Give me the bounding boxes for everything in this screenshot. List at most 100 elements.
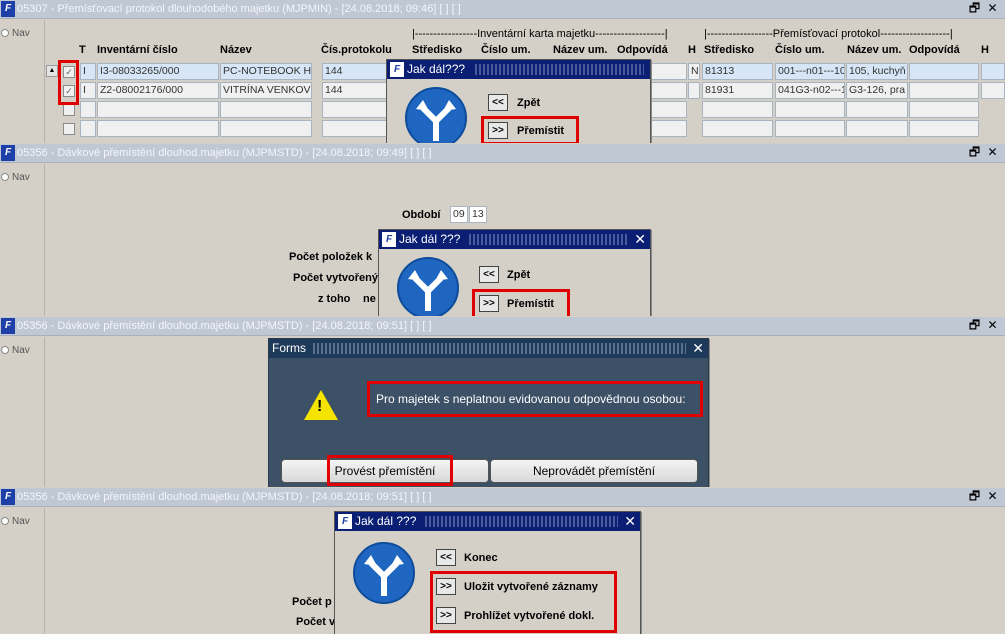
row-checkbox[interactable]: ✓ xyxy=(63,85,75,97)
col-header-cislo-um: Číslo um. xyxy=(481,44,531,56)
pocet-vytvorenych-label: Počet vytvořený xyxy=(293,272,378,284)
obdobi-month-field[interactable]: 09 xyxy=(450,206,468,223)
pocet-v-label: Počet v xyxy=(296,616,336,628)
move-button[interactable]: >> xyxy=(479,295,499,312)
cell-empty[interactable] xyxy=(702,120,773,137)
cell-empty[interactable] xyxy=(97,101,219,118)
restore-icon[interactable]: 🗗 xyxy=(967,319,982,333)
cell-cislo-um2[interactable]: 001---n01---10 xyxy=(775,63,845,80)
cell-empty[interactable] xyxy=(775,101,845,118)
group-header-protocol: |------------------Přemísťovací protokol… xyxy=(704,28,953,40)
cell-empty[interactable] xyxy=(775,120,845,137)
cell-nazev-um2[interactable]: G3-126, pra xyxy=(846,82,908,99)
cell-odpovida2[interactable] xyxy=(909,63,979,80)
alert-message: Pro majetek s neplatnou evidovanou odpov… xyxy=(376,392,686,406)
col-header-h: H xyxy=(688,44,696,56)
nav-toggle[interactable]: Nav xyxy=(1,28,30,39)
cell-cislo-um2[interactable]: 041G3-n02---1 xyxy=(775,82,845,99)
titlebar: F 05356 - Dávkové přemístění dlouhod.maj… xyxy=(0,488,1005,507)
view-docs-button[interactable]: >> xyxy=(436,607,456,624)
dialog-jak-dal: F Jak dál ??? ✕ << Konec >> Uložit vytvo… xyxy=(334,511,641,634)
cell-h2[interactable] xyxy=(981,63,1005,80)
close-icon[interactable]: ✕ xyxy=(985,319,1000,333)
cell-stredisko2[interactable]: 81931 xyxy=(702,82,773,99)
do-move-button[interactable]: Provést přemístění xyxy=(281,459,489,483)
save-records-label: Uložit vytvořené záznamy xyxy=(464,581,598,593)
cell-empty[interactable] xyxy=(909,101,979,118)
radio-icon xyxy=(1,29,9,37)
window-title: 05307 - Přemísťovací protokol dlouhodobé… xyxy=(17,3,461,15)
row-checkbox[interactable] xyxy=(63,104,75,116)
cell-empty[interactable] xyxy=(80,101,96,118)
nav-toggle[interactable]: Nav xyxy=(1,516,30,527)
end-button[interactable]: << xyxy=(436,549,456,566)
cell-nazev[interactable]: PC-NOTEBOOK HP xyxy=(220,63,312,80)
close-icon[interactable]: ✕ xyxy=(692,339,704,358)
restore-icon[interactable]: 🗗 xyxy=(967,490,982,504)
dialog-titlebar: F Jak dál ??? ✕ xyxy=(379,230,650,249)
app-logo-icon: F xyxy=(1,145,15,161)
cell-empty[interactable] xyxy=(846,101,908,118)
dialog-title: Jak dál ??? xyxy=(399,232,461,246)
radio-icon xyxy=(1,173,9,181)
cell-empty[interactable] xyxy=(909,120,979,137)
titlebar: F 05356 - Dávkové přemístění dlouhod.maj… xyxy=(0,317,1005,336)
radio-icon xyxy=(1,346,9,354)
move-button[interactable]: >> xyxy=(488,122,508,139)
nav-panel: Nav xyxy=(0,508,45,634)
cell-inv[interactable]: Z2-08002176/000 xyxy=(97,82,219,99)
dialog-titlebar: F Jak dál??? xyxy=(387,60,650,79)
cell-t[interactable]: I xyxy=(80,63,96,80)
cell-empty[interactable] xyxy=(651,101,687,118)
close-icon[interactable]: ✕ xyxy=(985,490,1000,504)
dialog-title: Jak dál??? xyxy=(407,62,466,76)
cell-empty[interactable] xyxy=(220,101,312,118)
dialog-titlebar: Forms ✕ xyxy=(269,339,708,358)
dialog-jak-dal: F Jak dál??? << Zpět >> Přemístit xyxy=(386,59,651,143)
cell-inv[interactable]: I3-08033265/000 xyxy=(97,63,219,80)
cell-nazev[interactable]: VITRÍNA VENKOV xyxy=(220,82,312,99)
group-header-inventory: |-----------------Inventární karta majet… xyxy=(412,28,668,40)
nav-toggle[interactable]: Nav xyxy=(1,345,30,356)
row-checkbox[interactable] xyxy=(63,123,75,135)
app-logo-icon: F xyxy=(1,1,15,17)
close-icon[interactable]: ✕ xyxy=(624,512,636,531)
back-button[interactable]: << xyxy=(479,266,499,283)
titlebar-pattern xyxy=(475,64,644,75)
radio-icon xyxy=(1,517,9,525)
cell-empty[interactable] xyxy=(651,120,687,137)
scroll-up-icon[interactable]: ▲ xyxy=(46,65,58,77)
nav-toggle[interactable]: Nav xyxy=(1,172,30,183)
cell-nazev-um2[interactable]: 105, kuchyň xyxy=(846,63,908,80)
cell-stredisko2[interactable]: 81313 xyxy=(702,63,773,80)
cell-h[interactable]: N xyxy=(688,63,700,80)
cell-h2[interactable] xyxy=(981,82,1005,99)
cell-empty[interactable] xyxy=(220,120,312,137)
cell-odpovida[interactable] xyxy=(651,82,687,99)
row-checkbox[interactable]: ✓ xyxy=(63,66,75,78)
cell-h[interactable] xyxy=(688,82,700,99)
cell-empty[interactable] xyxy=(846,120,908,137)
cell-empty[interactable] xyxy=(80,120,96,137)
dont-move-button[interactable]: Neprovádět přemístění xyxy=(490,459,698,483)
close-icon[interactable]: ✕ xyxy=(634,230,646,249)
col-header-nazev: Název xyxy=(220,44,252,56)
restore-icon[interactable]: 🗗 xyxy=(967,2,982,16)
view-docs-label: Prohlížet vytvořené dokl. xyxy=(464,610,595,622)
window-title: 05356 - Dávkové přemístění dlouhod.majet… xyxy=(17,320,432,332)
save-records-button[interactable]: >> xyxy=(436,578,456,595)
close-icon[interactable]: ✕ xyxy=(985,146,1000,160)
restore-icon[interactable]: 🗗 xyxy=(967,146,982,160)
back-button[interactable]: << xyxy=(488,94,508,111)
cell-odpovida[interactable] xyxy=(651,63,687,80)
obdobi-label: Období xyxy=(402,209,441,221)
dialog-jak-dal: F Jak dál ??? ✕ << Zpět >> Přemístit xyxy=(378,229,651,316)
close-icon[interactable]: ✕ xyxy=(985,2,1000,16)
nav-panel: Nav xyxy=(0,337,45,487)
cell-t[interactable]: I xyxy=(80,82,96,99)
app-logo-icon: F xyxy=(1,489,15,505)
obdobi-year-field[interactable]: 13 xyxy=(469,206,487,223)
cell-empty[interactable] xyxy=(97,120,219,137)
cell-empty[interactable] xyxy=(702,101,773,118)
cell-odpovida2[interactable] xyxy=(909,82,979,99)
